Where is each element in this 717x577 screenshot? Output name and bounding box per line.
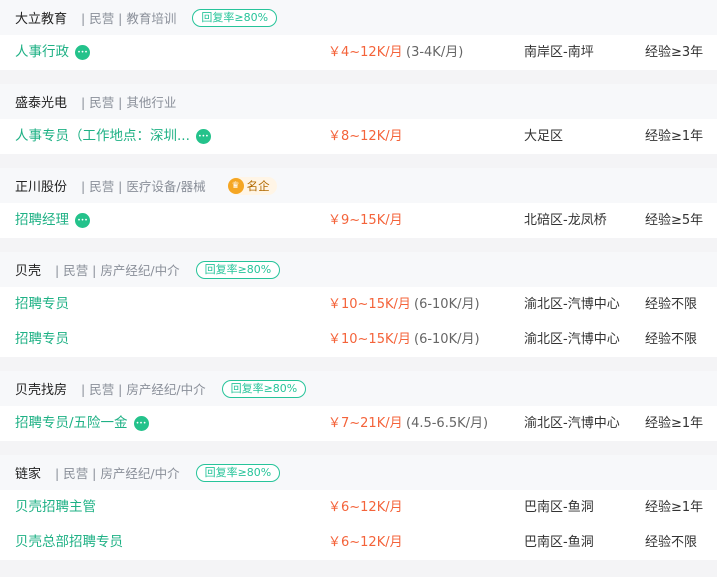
experience-requirement: 经验≥1年 [645,129,704,144]
chat-icon[interactable]: ••• [75,213,90,228]
company-block: 贝壳找房 | 民营 | 房产经纪/中介 回复率≥80% 招聘专员/五险一金 ••• ￥7~… [0,371,717,441]
salary: ￥6~12K/月 [328,500,403,515]
job-location: 巴南区-鱼洞 [524,500,594,515]
job-title-text: 贝壳总部招聘专员 [15,534,123,550]
reply-rate-badge: 回复率≥80% [195,260,281,279]
job-title-link[interactable]: 人事行政 ••• [15,35,90,70]
job-title-text: 人事专员（工作地点：深圳... [15,128,190,144]
company-header: 盛泰光电 | 民营 | 其他行业 [0,84,717,119]
salary-range-sub: (3-4K/月) [406,45,464,60]
company-block: 大立教育 | 民营 | 教育培训 回复率≥80% 人事行政 ••• ￥4~12K/月 (3-… [0,0,717,70]
chat-icon[interactable]: ••• [195,129,211,144]
job-location: 渝北区-汽博中心 [524,297,620,312]
job-row[interactable]: 招聘专员 ￥10~15K/月 (6-10K/月) 渝北区-汽博中心 经验不限 [0,322,717,357]
salary: ￥7~21K/月 [328,416,403,431]
salary: ￥4~12K/月 [328,45,403,60]
company-name[interactable]: 贝壳 [15,260,41,279]
job-row[interactable]: 招聘经理 ••• ￥9~15K/月 北碚区-龙凤桥 经验≥5年 [0,203,717,238]
reply-rate-badge: 回复率≥80% [192,8,278,27]
company-block: 盛泰光电 | 民营 | 其他行业人事专员（工作地点：深圳... ••• ￥8~12K/… [0,84,717,154]
salary-range-sub: (4.5-6.5K/月) [406,416,489,431]
company-name[interactable]: 贝壳找房 [15,379,67,398]
job-location: 南岸区-南坪 [524,45,594,60]
experience-requirement: 经验≥1年 [645,416,704,431]
job-title-text: 招聘专员 [15,296,69,312]
company-name[interactable]: 大立教育 [15,8,67,27]
job-title-link[interactable]: 招聘专员 [15,287,69,322]
job-title-link[interactable]: 招聘经理 ••• [15,203,90,238]
experience-requirement: 经验≥5年 [645,213,704,228]
job-row[interactable]: 招聘专员/五险一金 ••• ￥7~21K/月 (4.5-6.5K/月) 渝北区-汽博中心… [0,406,717,441]
company-header: 贝壳找房 | 民营 | 房产经纪/中介 回复率≥80% [0,371,717,406]
experience-requirement: 经验不限 [645,332,698,347]
company-block: 贝壳 | 民营 | 房产经纪/中介 回复率≥80% 招聘专员 ￥10~15K/月 (6-1… [0,252,717,357]
job-title-text: 招聘经理 [15,212,69,228]
company-name[interactable]: 盛泰光电 [15,92,67,111]
job-row[interactable]: 人事行政 ••• ￥4~12K/月 (3-4K/月) 南岸区-南坪 经验≥3年 [0,35,717,70]
job-title-link[interactable]: 招聘专员/五险一金 ••• [15,406,149,441]
job-row[interactable]: 招聘专员 ￥10~15K/月 (6-10K/月) 渝北区-汽博中心 经验不限 [0,287,717,322]
company-header: 贝壳 | 民营 | 房产经纪/中介 回复率≥80% [0,252,717,287]
job-location: 大足区 [524,129,564,144]
experience-requirement: 经验不限 [645,535,698,550]
job-location: 渝北区-汽博中心 [524,332,620,347]
company-meta: | 民营 | 其他行业 [81,95,177,110]
crown-icon: ♛ [227,177,244,194]
job-title-text: 贝壳招聘主管 [15,499,96,515]
company-name[interactable]: 链家 [15,463,41,482]
job-location: 巴南区-鱼洞 [524,535,594,550]
salary: ￥10~15K/月 [328,297,411,312]
job-title-link[interactable]: 招聘专员 [15,322,69,357]
company-meta: | 民营 | 教育培训 [81,11,177,26]
job-title-text: 招聘专员 [15,331,69,347]
job-location: 北碚区-龙凤桥 [524,213,607,228]
reply-rate-badge: 回复率≥80% [221,379,307,398]
job-row[interactable]: 贝壳总部招聘专员 ￥6~12K/月 巴南区-鱼洞 经验不限 [0,525,717,560]
company-meta: | 民营 | 房产经纪/中介 [81,382,206,397]
job-row[interactable]: 贝壳招聘主管 ￥6~12K/月 巴南区-鱼洞 经验≥1年 [0,490,717,525]
company-header: 大立教育 | 民营 | 教育培训 回复率≥80% [0,0,717,35]
company-name[interactable]: 正川股份 [15,176,67,195]
company-meta: | 民营 | 医疗设备/器械 [81,179,206,194]
salary: ￥9~15K/月 [328,213,403,228]
job-row[interactable]: 人事专员（工作地点：深圳... ••• ￥8~12K/月 大足区 经验≥1年 [0,119,717,154]
salary: ￥10~15K/月 [328,332,411,347]
company-meta: | 民营 | 房产经纪/中介 [55,466,180,481]
experience-requirement: 经验≥1年 [645,500,704,515]
famous-company-badge: ♛ 名企 [227,176,277,195]
job-title-link[interactable]: 贝壳总部招聘专员 [15,525,123,560]
company-meta: | 民营 | 房产经纪/中介 [55,263,180,278]
job-list: 大立教育 | 民营 | 教育培训 回复率≥80% 人事行政 ••• ￥4~12K/月 (3-… [0,0,717,574]
company-header: 链家 | 民营 | 房产经纪/中介 回复率≥80% [0,455,717,490]
salary-range-sub: (6-10K/月) [414,297,480,312]
job-title-text: 招聘专员/五险一金 [15,415,128,431]
company-header: 正川股份 | 民营 | 医疗设备/器械 ♛ 名企 [0,168,717,203]
job-location: 渝北区-汽博中心 [524,416,620,431]
experience-requirement: 经验不限 [645,297,698,312]
company-block: 正川股份 | 民营 | 医疗设备/器械 ♛ 名企招聘经理 ••• ￥9~15K/月 北碚区-… [0,168,717,238]
salary-range-sub: (6-10K/月) [414,332,480,347]
experience-requirement: 经验≥3年 [645,45,704,60]
reply-rate-badge: 回复率≥80% [195,463,281,482]
famous-label: 名企 [246,178,270,193]
salary: ￥8~12K/月 [328,129,403,144]
company-block: 链家 | 民营 | 房产经纪/中介 回复率≥80% 贝壳招聘主管 ￥6~12K/月 巴南区… [0,455,717,560]
job-title-link[interactable]: 人事专员（工作地点：深圳... ••• [15,119,211,154]
job-title-link[interactable]: 贝壳招聘主管 [15,490,96,525]
job-title-text: 人事行政 [15,44,69,60]
chat-icon[interactable]: ••• [133,416,149,431]
chat-icon[interactable]: ••• [75,45,90,60]
salary: ￥6~12K/月 [328,535,403,550]
